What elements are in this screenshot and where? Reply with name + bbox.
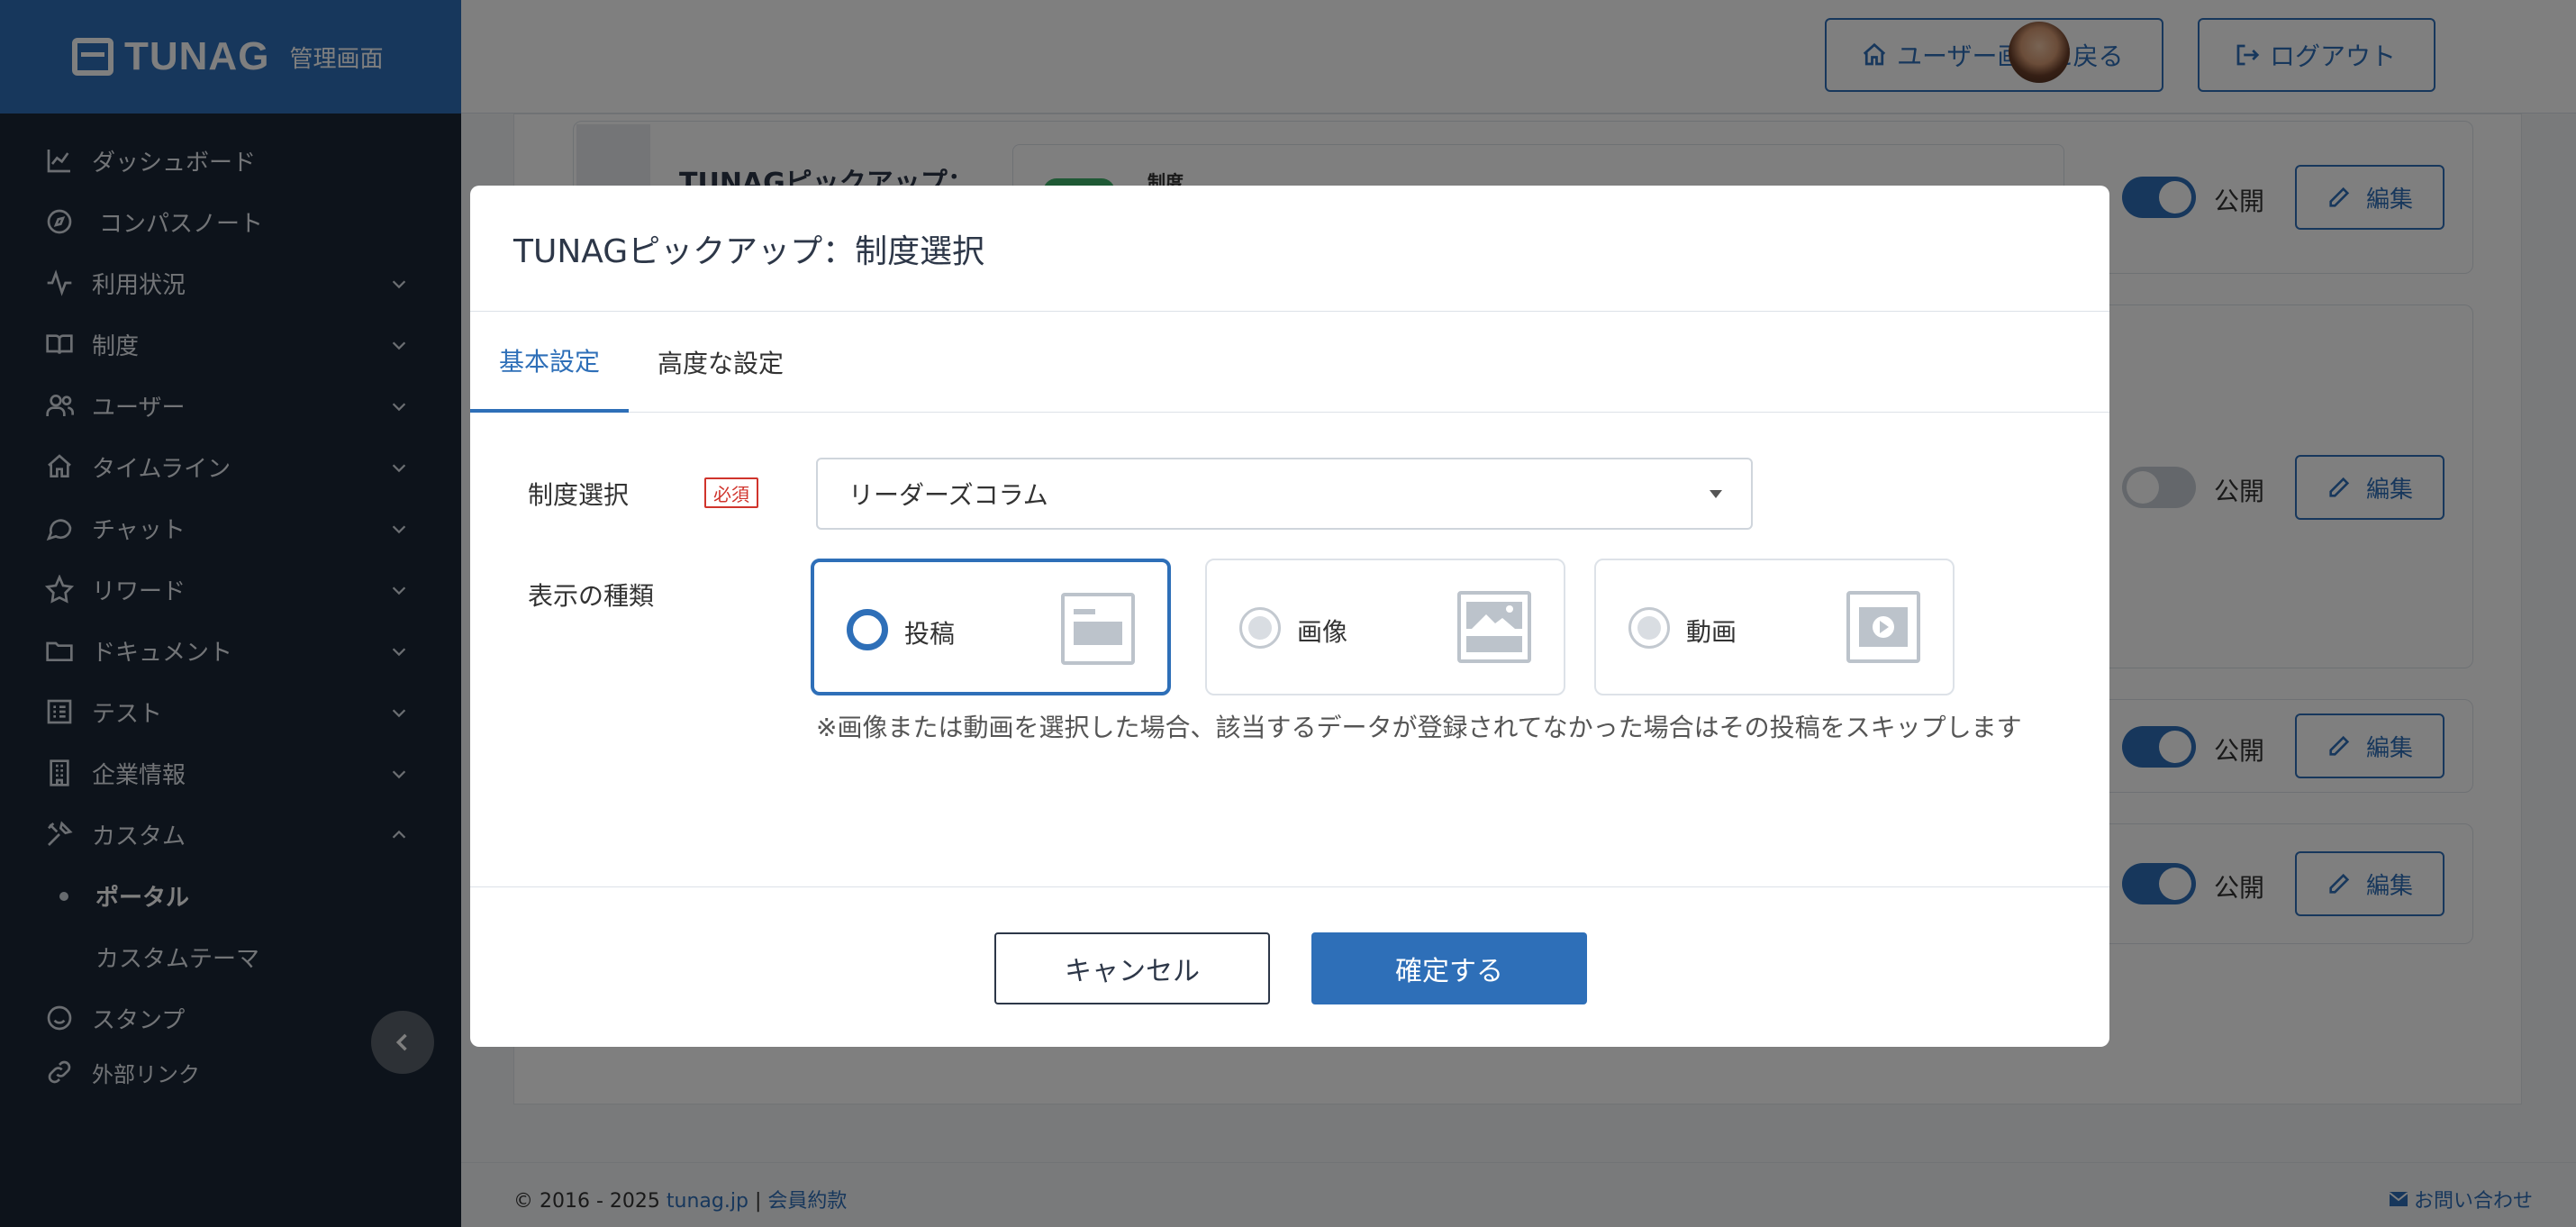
tab-advanced-settings[interactable]: 高度な設定 <box>658 312 784 413</box>
system-select-modal: TUNAGピックアップ：制度選択 基本設定 高度な設定 制度選択 必須 リーダー… <box>470 186 2109 1047</box>
modal-tabs: 基本設定 高度な設定 <box>470 312 2109 413</box>
system-select-dropdown[interactable]: リーダーズコラム <box>816 458 1753 530</box>
display-type-option-image[interactable]: 画像 <box>1205 559 1565 695</box>
option-label: 動画 <box>1686 617 1737 647</box>
display-type-note: ※画像または動画を選択した場合、該当するデータが登録されてなかった場合はその投稿… <box>816 713 2022 742</box>
display-type-option-video[interactable]: 動画 <box>1594 559 1955 695</box>
option-label: 画像 <box>1297 617 1348 647</box>
tab-basic-settings[interactable]: 基本設定 <box>470 312 629 413</box>
system-select-value: リーダーズコラム <box>848 480 1048 510</box>
video-icon <box>1846 591 1920 663</box>
radio-button[interactable] <box>1239 607 1281 649</box>
display-type-label: 表示の種類 <box>528 581 655 611</box>
caret-down-icon <box>1710 490 1722 498</box>
post-icon <box>1061 593 1135 665</box>
cancel-button[interactable]: キャンセル <box>994 932 1270 1004</box>
modal-footer: キャンセル 確定する <box>470 886 2109 1047</box>
radio-button[interactable] <box>1628 607 1670 649</box>
confirm-button[interactable]: 確定する <box>1311 932 1587 1004</box>
system-select-label: 制度選択 <box>528 480 630 510</box>
display-type-option-post[interactable]: 投稿 <box>811 559 1171 695</box>
required-badge: 必須 <box>704 477 758 508</box>
modal-header: TUNAGピックアップ：制度選択 <box>470 186 2109 312</box>
modal-title: TUNAGピックアップ：制度選択 <box>513 232 985 270</box>
image-icon <box>1457 591 1531 663</box>
radio-button[interactable] <box>847 609 888 650</box>
option-label: 投稿 <box>904 619 956 649</box>
